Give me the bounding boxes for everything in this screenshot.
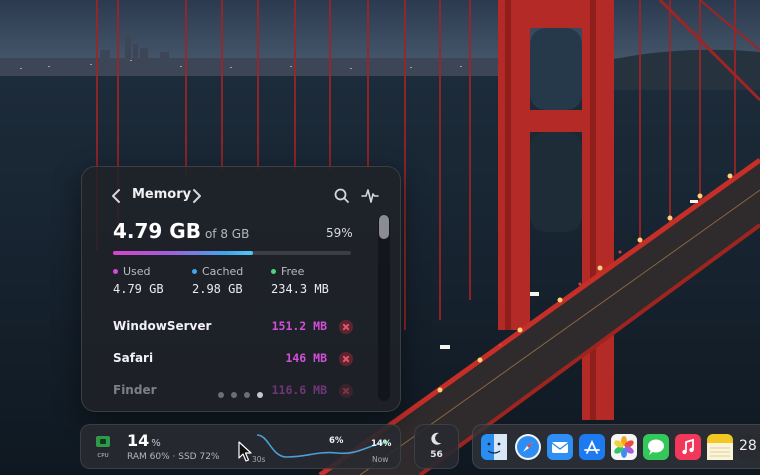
search-button[interactable] — [332, 186, 352, 206]
quit-process-icon[interactable] — [339, 320, 353, 334]
page-dot[interactable] — [231, 392, 237, 398]
cpu-chip-icon: CPU — [96, 436, 110, 459]
previous-button[interactable] — [109, 186, 125, 206]
process-name: Finder — [113, 383, 157, 397]
legend-used-value: 4.79 GB — [113, 282, 164, 296]
focus-widget[interactable]: 56 — [414, 424, 459, 469]
memory-total: 4.79 GB of 8 GB — [113, 219, 249, 243]
cpu-usage-unit: % — [151, 438, 161, 449]
process-list: WindowServer 151.2 MB Safari 146 MB Find… — [113, 319, 353, 411]
cpu-sparkline-path — [256, 434, 386, 458]
moon-icon — [431, 432, 442, 445]
page-dot[interactable] — [257, 392, 263, 398]
legend-free-value: 234.3 MB — [271, 282, 329, 296]
free-dot-icon — [271, 269, 276, 274]
panel-title: Memory — [132, 187, 192, 202]
process-name: Safari — [113, 351, 154, 365]
legend-used: Used 4.79 GB — [113, 265, 164, 296]
memory-usage-fill — [113, 251, 254, 255]
memory-usage-bar — [113, 251, 351, 255]
messages-icon[interactable] — [643, 434, 669, 460]
cpu-sub-stats: RAM 60% · SSD 72% — [127, 452, 220, 462]
mail-icon[interactable] — [547, 434, 573, 460]
sparkline-end-label: 14% — [371, 439, 392, 449]
search-icon — [334, 188, 349, 203]
focus-value: 56 — [430, 450, 443, 460]
process-memory: 146 MB — [285, 351, 327, 365]
legend-free: Free 234.3 MB — [271, 265, 329, 296]
app-store-icon[interactable] — [579, 434, 605, 460]
chevron-right-icon — [193, 189, 201, 203]
cpu-usage: 14% — [127, 431, 161, 450]
legend-cached-label: Cached — [202, 265, 244, 278]
cpu-chip-label: CPU — [97, 453, 108, 459]
sparkline-axis-end: Now — [372, 455, 389, 464]
sparkline-mid-label: 6% — [329, 436, 344, 446]
waveform-icon — [361, 189, 379, 203]
memory-percent: 59% — [326, 226, 353, 240]
legend-free-label: Free — [281, 265, 305, 278]
memory-capacity: of 8 GB — [204, 227, 250, 241]
dock: 28 — [472, 424, 760, 469]
page-dot[interactable] — [244, 392, 250, 398]
notes-icon[interactable] — [707, 434, 733, 460]
sparkline-axis-start: 30s — [252, 455, 266, 464]
photos-icon[interactable] — [611, 434, 637, 460]
page-indicator — [218, 392, 263, 398]
next-button[interactable] — [188, 186, 204, 206]
calendar-icon[interactable]: 28 — [739, 434, 760, 460]
used-dot-icon — [113, 269, 118, 274]
chevron-left-icon — [112, 189, 120, 203]
finder-icon[interactable] — [481, 434, 507, 460]
page-dot[interactable] — [218, 392, 224, 398]
process-row[interactable]: WindowServer 151.2 MB — [113, 319, 353, 351]
memory-used-value: 4.79 GB — [113, 219, 201, 243]
panel-header: Memory — [82, 185, 400, 207]
process-memory: 116.6 MB — [271, 383, 327, 397]
legend-used-label: Used — [123, 265, 151, 278]
scrollbar[interactable] — [378, 215, 390, 401]
process-name: WindowServer — [113, 319, 212, 333]
legend-cached: Cached 2.98 GB — [192, 265, 243, 296]
quit-process-icon[interactable] — [339, 352, 353, 366]
safari-icon[interactable] — [515, 434, 541, 460]
mouse-cursor-icon — [238, 441, 252, 462]
scrollbar-thumb[interactable] — [379, 215, 389, 239]
cached-dot-icon — [192, 269, 197, 274]
activity-monitor-button[interactable] — [360, 186, 380, 206]
quit-process-icon[interactable] — [339, 384, 353, 398]
cpu-usage-value: 14 — [127, 431, 150, 450]
process-memory: 151.2 MB — [271, 319, 327, 333]
calendar-day: 28 — [739, 438, 757, 454]
music-icon[interactable] — [675, 434, 701, 460]
legend-cached-value: 2.98 GB — [192, 282, 243, 296]
memory-panel: Memory 4.79 GB of 8 GB 59% Used 4.79 GB C… — [81, 166, 401, 412]
process-row[interactable]: Safari 146 MB — [113, 351, 353, 383]
